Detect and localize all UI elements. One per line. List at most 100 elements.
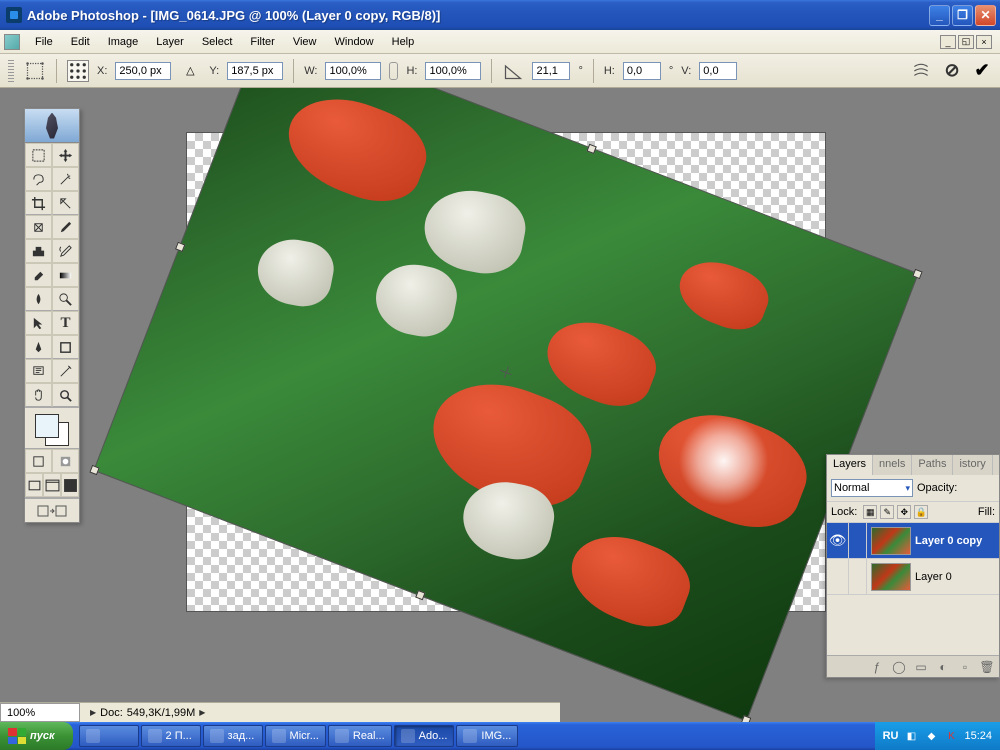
tab-history[interactable]: istory — [953, 455, 992, 475]
taskbar-item[interactable]: 2 П... — [141, 725, 201, 747]
y-input[interactable] — [227, 62, 283, 80]
status-menu-arrow-icon[interactable]: ▶ — [199, 708, 205, 717]
window-maximize-button[interactable]: ❐ — [952, 5, 973, 26]
layer-thumbnail[interactable] — [871, 527, 911, 555]
path-selection-tool[interactable] — [25, 311, 52, 335]
eyedropper-tool[interactable] — [52, 359, 79, 383]
eraser-tool[interactable] — [25, 263, 52, 287]
taskbar-item[interactable]: Real... — [328, 725, 392, 747]
crop-tool[interactable] — [25, 191, 52, 215]
warp-icon[interactable] — [910, 60, 932, 82]
marquee-tool[interactable] — [25, 143, 52, 167]
type-tool[interactable]: T — [52, 311, 79, 335]
menu-file[interactable]: File — [26, 33, 62, 51]
history-brush-tool[interactable] — [52, 239, 79, 263]
screen-mode-full-menubar[interactable] — [43, 473, 61, 497]
shape-tool[interactable] — [52, 335, 79, 359]
delete-layer-button[interactable]: 🗑 — [979, 659, 995, 675]
cancel-transform-button[interactable]: ⊘ — [942, 61, 962, 81]
gradient-tool[interactable] — [52, 263, 79, 287]
menu-edit[interactable]: Edit — [62, 33, 99, 51]
w-input[interactable] — [325, 62, 381, 80]
tray-icon[interactable]: ◧ — [904, 729, 918, 743]
new-group-button[interactable]: ▭ — [913, 659, 929, 675]
taskbar-item[interactable]: IMG... — [456, 725, 518, 747]
mdi-minimize-button[interactable]: _ — [940, 35, 956, 49]
link-aspect-icon[interactable] — [389, 62, 398, 80]
menu-window[interactable]: Window — [326, 33, 383, 51]
hand-tool[interactable] — [25, 383, 52, 407]
commit-transform-button[interactable]: ✔ — [972, 61, 992, 81]
window-minimize-button[interactable]: _ — [929, 5, 950, 26]
screen-mode-standard[interactable] — [25, 473, 43, 497]
h-input[interactable] — [425, 62, 481, 80]
new-layer-button[interactable]: ▫ — [957, 659, 973, 675]
layer-link-toggle[interactable] — [849, 523, 867, 558]
window-close-button[interactable]: ✕ — [975, 5, 996, 26]
x-input[interactable] — [115, 62, 171, 80]
layer-row[interactable]: 👁 Layer 0 copy — [827, 523, 999, 559]
layer-visibility-toggle[interactable] — [827, 559, 849, 594]
taskbar-item[interactable]: Ado... — [394, 725, 455, 747]
clone-stamp-tool[interactable] — [25, 239, 52, 263]
lock-all-icon[interactable]: 🔒 — [914, 505, 928, 519]
healing-brush-tool[interactable] — [25, 215, 52, 239]
mdi-close-button[interactable]: × — [976, 35, 992, 49]
tab-paths[interactable]: Paths — [912, 455, 953, 475]
document-window[interactable] — [186, 132, 826, 612]
menu-select[interactable]: Select — [193, 33, 242, 51]
brush-tool[interactable] — [52, 215, 79, 239]
tray-icon[interactable]: K — [944, 729, 958, 743]
blend-mode-select[interactable]: Normal ▾ — [831, 479, 913, 497]
layer-mask-button[interactable]: ◯ — [891, 659, 907, 675]
menu-filter[interactable]: Filter — [241, 33, 283, 51]
layer-style-button[interactable]: ƒ — [869, 659, 885, 675]
transform-tool-icon[interactable] — [24, 60, 46, 82]
layer-row[interactable]: Layer 0 — [827, 559, 999, 595]
taskbar-item[interactable]: Micr... — [265, 725, 326, 747]
layer-visibility-toggle[interactable]: 👁 — [827, 523, 849, 558]
color-swatches[interactable] — [25, 407, 79, 449]
taskbar-item[interactable] — [79, 725, 139, 747]
clock[interactable]: 15:24 — [964, 730, 992, 742]
layers-panel[interactable]: Layers nnels Paths istory Normal ▾ Opaci… — [826, 454, 1000, 678]
layer-name[interactable]: Layer 0 — [915, 571, 952, 583]
lock-position-icon[interactable]: ✥ — [897, 505, 911, 519]
language-indicator[interactable]: RU — [883, 730, 899, 742]
start-button[interactable]: пуск — [0, 722, 73, 750]
lasso-tool[interactable] — [25, 167, 52, 191]
zoom-tool[interactable] — [52, 383, 79, 407]
vskew-input[interactable] — [699, 62, 737, 80]
lock-transparency-icon[interactable]: ▦ — [863, 505, 877, 519]
notes-tool[interactable] — [25, 359, 52, 383]
slice-tool[interactable] — [52, 191, 79, 215]
screen-mode-full[interactable] — [61, 473, 79, 497]
reference-point-icon[interactable] — [67, 60, 89, 82]
layer-link-toggle[interactable] — [849, 559, 867, 594]
dodge-tool[interactable] — [52, 287, 79, 311]
tab-layers[interactable]: Layers — [827, 455, 873, 475]
menu-image[interactable]: Image — [99, 33, 148, 51]
toolbox-panel[interactable]: T — [24, 108, 80, 523]
jump-to-imageready-button[interactable] — [25, 498, 79, 522]
pen-tool[interactable] — [25, 335, 52, 359]
adjustment-layer-button[interactable]: ◐ — [935, 659, 951, 675]
options-grip[interactable] — [8, 60, 14, 82]
angle-input[interactable] — [532, 62, 570, 80]
menu-view[interactable]: View — [284, 33, 326, 51]
magic-wand-tool[interactable] — [52, 167, 79, 191]
standard-mode-button[interactable] — [25, 449, 52, 473]
menu-help[interactable]: Help — [383, 33, 424, 51]
status-arrow-icon[interactable]: ▶ — [90, 708, 96, 717]
tray-icon[interactable]: ◆ — [924, 729, 938, 743]
hskew-input[interactable] — [623, 62, 661, 80]
delta-icon[interactable]: △ — [179, 60, 201, 82]
quick-mask-mode-button[interactable] — [52, 449, 79, 473]
mdi-restore-button[interactable]: ◱ — [958, 35, 974, 49]
layer-name[interactable]: Layer 0 copy — [915, 535, 982, 547]
foreground-color-swatch[interactable] — [35, 414, 59, 438]
blur-tool[interactable] — [25, 287, 52, 311]
taskbar-item[interactable]: зад... — [203, 725, 263, 747]
menu-layer[interactable]: Layer — [147, 33, 193, 51]
move-tool[interactable] — [52, 143, 79, 167]
